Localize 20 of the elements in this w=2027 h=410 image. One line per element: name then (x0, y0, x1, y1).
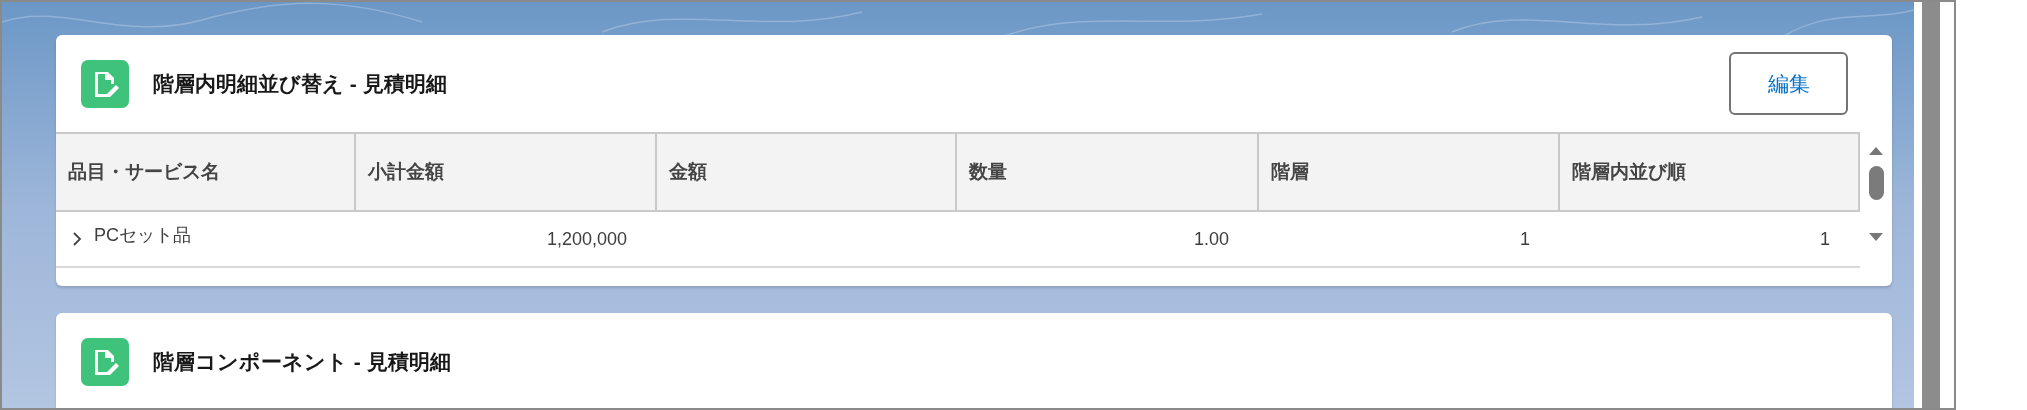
edit-button[interactable]: 編集 (1729, 52, 1848, 115)
column-header[interactable]: 小計金額 (356, 134, 657, 210)
column-header[interactable]: 階層内並び順 (1560, 134, 1860, 210)
card-title: 階層コンポーネント - 見積明細 (153, 348, 452, 375)
table-cell-text: 1 (1520, 227, 1530, 251)
expand-chevron-icon[interactable] (70, 230, 84, 248)
document-edit-icon (81, 337, 129, 386)
document-edit-icon (81, 59, 129, 108)
scroll-up-icon[interactable] (1868, 146, 1884, 156)
card-title: 階層内明細並び替え - 見積明細 (153, 70, 448, 97)
table-cell-text: 1.00 (1193, 227, 1229, 251)
column-header[interactable]: 数量 (957, 134, 1259, 210)
table-cell-text: PCセット品 (94, 223, 191, 247)
scroll-down-icon[interactable] (1868, 232, 1884, 242)
scrollbar-thumb[interactable] (1868, 166, 1884, 200)
table-cell-text: 1,200,000 (546, 227, 627, 251)
column-header[interactable]: 階層 (1259, 134, 1560, 210)
column-header[interactable]: 品目・サービス名 (56, 134, 356, 210)
column-header[interactable]: 金額 (657, 134, 957, 210)
table-cell-text: 1 (1820, 227, 1830, 251)
